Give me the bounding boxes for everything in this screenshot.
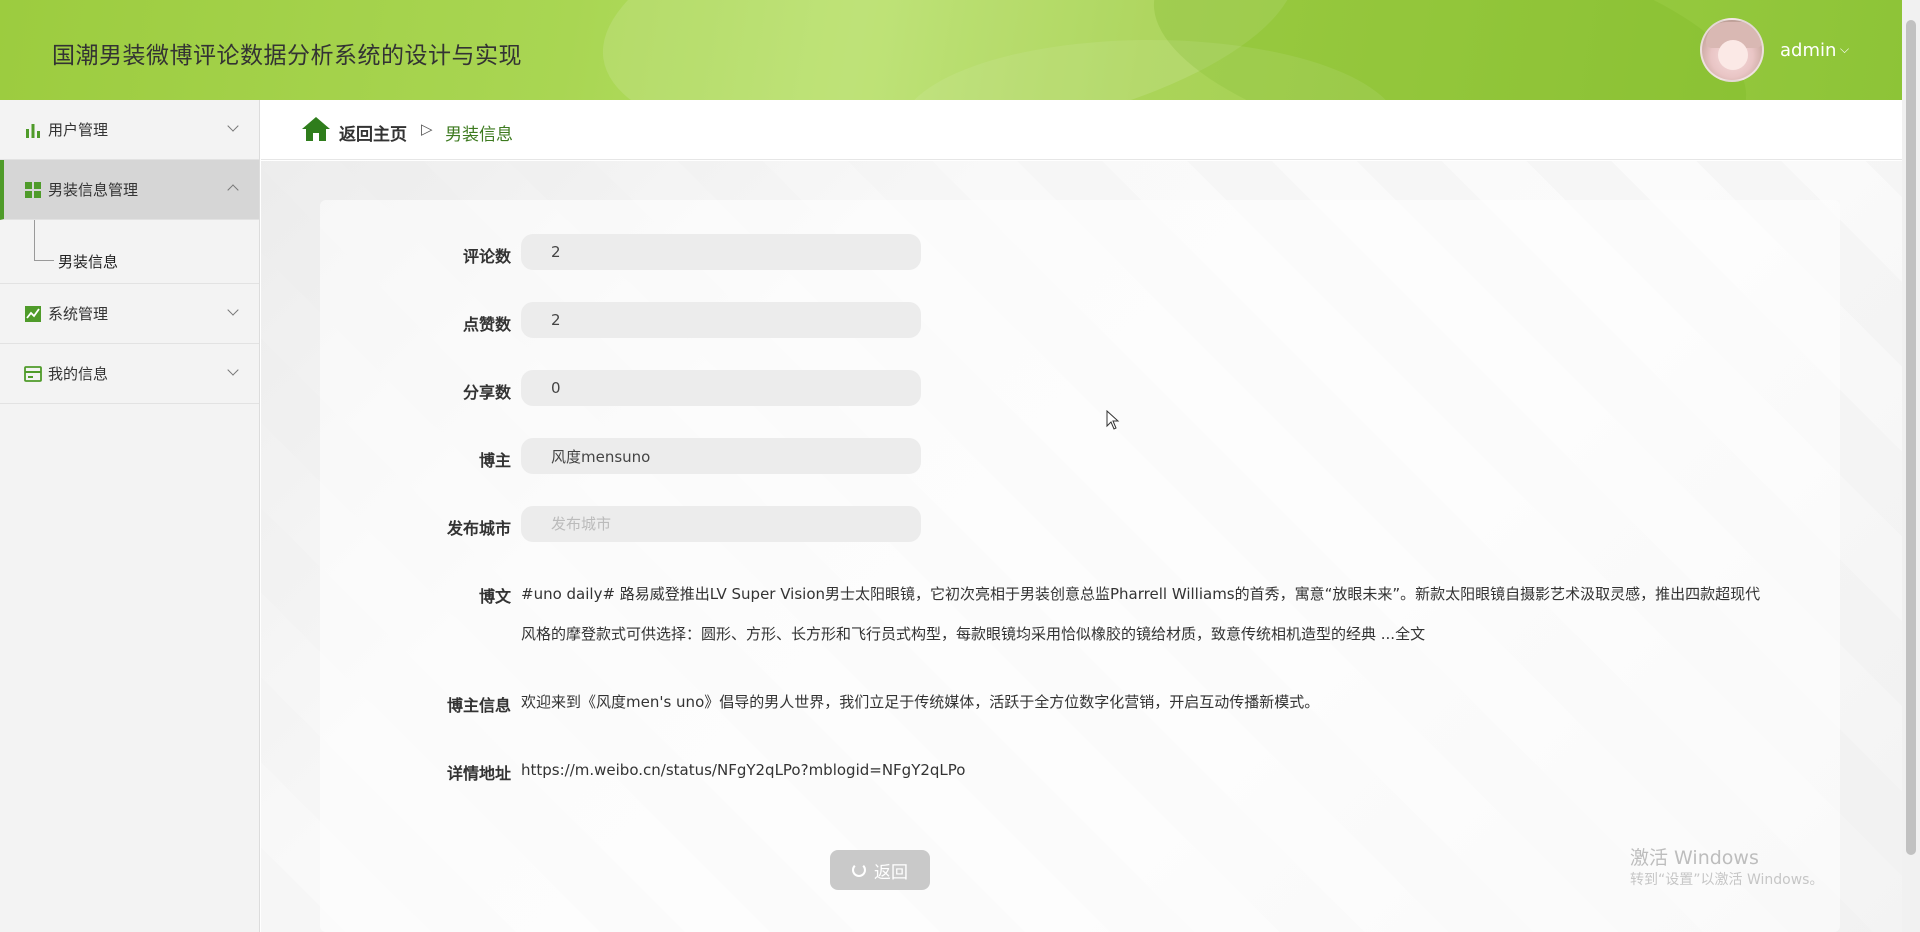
scrollbar-thumb[interactable] (1906, 20, 1916, 855)
likes-input[interactable] (521, 302, 921, 338)
comments-input[interactable] (521, 234, 921, 270)
breadcrumb-separator: ▷ (421, 120, 433, 138)
chevron-down-icon (227, 120, 239, 132)
post-label: 博文 (478, 587, 511, 606)
windows-activation-hint: 转到“设置”以激活 Windows。 (1630, 872, 1824, 888)
mouse-cursor-icon (1106, 410, 1120, 430)
breadcrumb-current: 男装信息 (445, 125, 513, 145)
home-icon[interactable] (301, 116, 331, 142)
line-chart-icon (25, 305, 41, 322)
refresh-icon (852, 863, 866, 877)
sidebar-item-menswear-management[interactable]: 男装信息管理 (0, 160, 259, 220)
grid-icon (25, 181, 41, 198)
chevron-down-icon[interactable]: ⌵ (1840, 42, 1849, 57)
breadcrumb-home-link[interactable]: 返回主页 (339, 120, 407, 145)
avatar[interactable] (1700, 18, 1764, 82)
blogger-label: 博主 (478, 451, 511, 470)
avatar-face (1718, 40, 1748, 70)
post-text-line2: 风格的摩登款式可供选择：圆形、方形、长方形和飞行员式构型，每款眼镜均采用恰似橡胶… (521, 625, 1426, 643)
sidebar: 用户管理 男装信息管理 男装信息 系统管理 我的信息 (0, 100, 260, 932)
vertical-scrollbar[interactable] (1902, 0, 1920, 932)
sidebar-item-system-management[interactable]: 系统管理 (0, 284, 259, 344)
sidebar-item-user-management[interactable]: 用户管理 (0, 100, 259, 160)
bar-chart-icon (26, 123, 40, 138)
sidebar-item-label: 系统管理 (48, 305, 109, 323)
windows-activation-title: 激活 Windows (1630, 847, 1759, 869)
app-title: 国潮男装微博评论数据分析系统的设计与实现 (52, 43, 522, 69)
sidebar-subitem-menswear-info[interactable]: 男装信息 (58, 251, 118, 272)
tree-line (34, 260, 54, 261)
breadcrumb: 返回主页 ▷ 男装信息 (261, 100, 1902, 160)
url-label: 详情地址 (446, 764, 511, 783)
top-header: 国潮男装微博评论数据分析系统的设计与实现 admin ⌵ (0, 0, 1902, 100)
chevron-down-icon (227, 304, 239, 316)
detail-url-text[interactable]: https://m.weibo.cn/status/NFgY2qLPo?mblo… (521, 750, 965, 790)
post-text-line1: #uno daily# 路易威登推出LV Super Vision男士太阳眼镜，… (521, 585, 1761, 603)
chevron-down-icon (227, 364, 239, 376)
sidebar-item-label: 我的信息 (48, 365, 109, 383)
city-input[interactable] (521, 506, 921, 542)
comments-label: 评论数 (462, 247, 511, 266)
city-label: 发布城市 (446, 519, 511, 538)
sidebar-item-label: 用户管理 (48, 121, 109, 139)
blogger-input[interactable] (521, 438, 921, 474)
shares-label: 分享数 (462, 383, 511, 402)
back-button[interactable]: 返回 (830, 850, 930, 890)
sidebar-submenu: 男装信息 (0, 220, 259, 284)
shares-input[interactable] (521, 370, 921, 406)
blogger-info-label: 博主信息 (446, 696, 511, 715)
sidebar-item-label: 男装信息管理 (48, 181, 139, 199)
tree-line (34, 220, 35, 260)
chevron-up-icon (227, 184, 239, 196)
sidebar-item-my-info[interactable]: 我的信息 (0, 344, 259, 404)
blogger-info-text: 欢迎来到《风度men's uno》倡导的男人世界，我们立足于传统媒体，活跃于全方… (521, 693, 1320, 711)
card-icon (24, 365, 42, 382)
back-button-label: 返回 (874, 862, 908, 883)
likes-label: 点赞数 (462, 315, 511, 334)
user-name[interactable]: admin (1780, 40, 1836, 61)
